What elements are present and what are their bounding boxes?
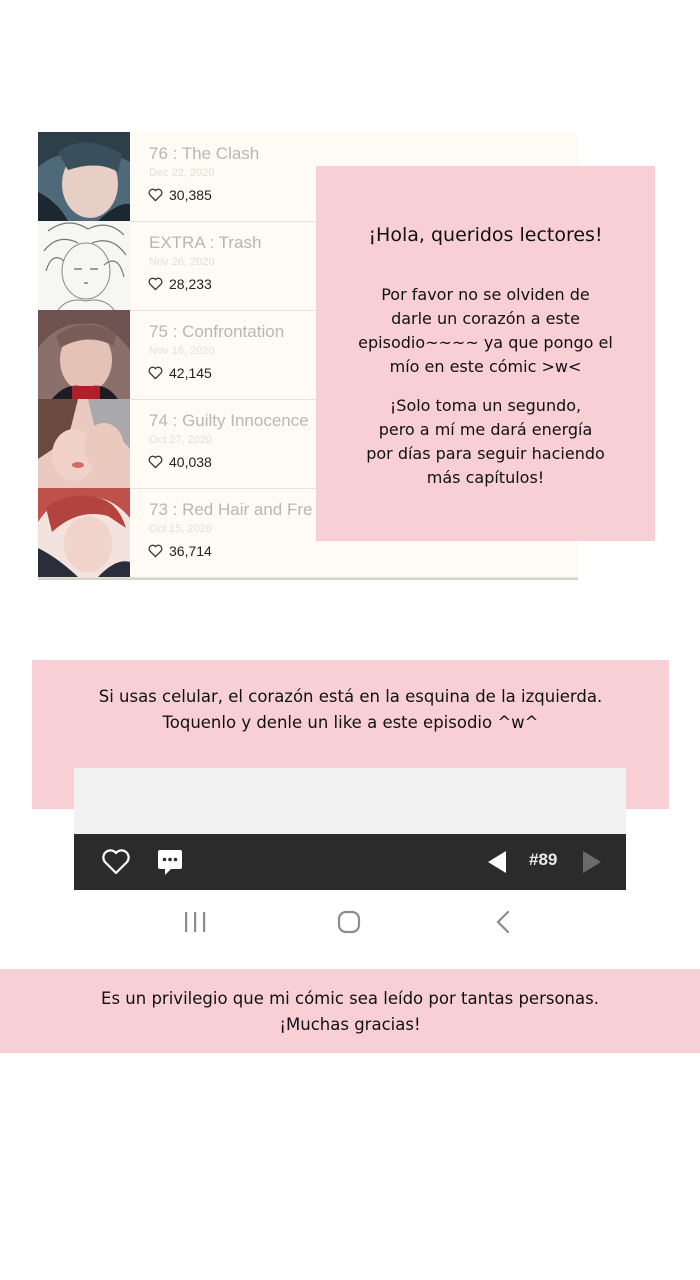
prev-arrow-icon[interactable] [486, 850, 508, 874]
heart-icon[interactable] [101, 848, 131, 876]
info-line: mío en este cómic >w< [389, 357, 582, 376]
info-line: pero a mí me dará energía [378, 420, 593, 439]
likes-count: 42,145 [169, 365, 212, 381]
episode-date: Oct 27, 2020 [149, 434, 212, 446]
home-icon[interactable] [336, 909, 362, 935]
episode-number: #89 [529, 850, 558, 869]
heart-outline-icon [148, 277, 163, 291]
episode-thumbnail [38, 310, 130, 399]
likes-count: 40,038 [169, 454, 212, 470]
episode-likes: 42,145 [148, 365, 212, 381]
episode-bottom-bar: #89 [74, 834, 626, 890]
episode-date: Nov 16, 2020 [149, 345, 215, 357]
next-arrow-icon[interactable] [581, 850, 603, 874]
tip-line: Toquenlo y denle un like a este episodio… [162, 713, 539, 732]
info-note-box: ¡Hola, queridos lectores! Por favor no s… [316, 166, 655, 541]
info-line: Por favor no se olviden de [381, 285, 590, 304]
thanks-line: Es un privilegio que mi cómic sea leído … [101, 989, 599, 1008]
episode-thumbnail [38, 221, 130, 310]
episode-title: 76 : The Clash [149, 144, 260, 163]
info-line: más capítulos! [426, 468, 545, 487]
episode-date: Oct 15, 2020 [149, 523, 212, 535]
episode-likes: 28,233 [148, 276, 212, 292]
heart-outline-icon [148, 366, 163, 380]
episode-title: 75 : Confrontation [149, 322, 285, 341]
comment-icon[interactable] [157, 848, 183, 876]
episode-title: 74 : Guilty Innocence [149, 411, 309, 430]
list-divider [38, 578, 578, 580]
episode-likes: 40,038 [148, 454, 212, 470]
episode-date: Dec 22, 2020 [149, 167, 215, 179]
episode-likes: 30,385 [148, 187, 212, 203]
episode-thumbnail [38, 399, 130, 488]
info-paragraph-1: Por favor no se olviden de darle un cora… [336, 283, 635, 379]
episode-title: 73 : Red Hair and Fre [149, 500, 313, 519]
tip-line: Si usas celular, el corazón está en la e… [98, 687, 603, 706]
back-icon[interactable] [493, 910, 513, 934]
likes-count: 28,233 [169, 276, 212, 292]
heart-outline-icon [148, 455, 163, 469]
recent-apps-icon[interactable] [182, 910, 208, 934]
episode-thumbnail [38, 132, 130, 221]
mobile-tip-text: Si usas celular, el corazón está en la e… [32, 684, 669, 736]
heart-outline-icon [148, 544, 163, 558]
thanks-band: Es un privilegio que mi cómic sea leído … [0, 969, 700, 1053]
episode-title: EXTRA : Trash [149, 233, 262, 252]
info-paragraph-2: ¡Solo toma un segundo, pero a mí me dará… [336, 394, 635, 490]
episode-thumbnail [38, 488, 130, 577]
likes-count: 30,385 [169, 187, 212, 203]
info-line: ¡Solo toma un segundo, [389, 396, 582, 415]
likes-count: 36,714 [169, 543, 212, 559]
phone-content-area [74, 768, 626, 834]
episode-date: Nov 26, 2020 [149, 256, 215, 268]
episode-likes: 36,714 [148, 543, 212, 559]
thanks-line: ¡Muchas gracias! [279, 1015, 421, 1034]
info-line: episodio~~~~ ya que pongo el [358, 333, 613, 352]
info-line: darle un corazón a este [391, 309, 580, 328]
info-line: por días para seguir haciendo [366, 444, 605, 463]
heart-outline-icon [148, 188, 163, 202]
info-title: ¡Hola, queridos lectores! [368, 224, 603, 246]
thanks-text: Es un privilegio que mi cómic sea leído … [0, 986, 700, 1038]
